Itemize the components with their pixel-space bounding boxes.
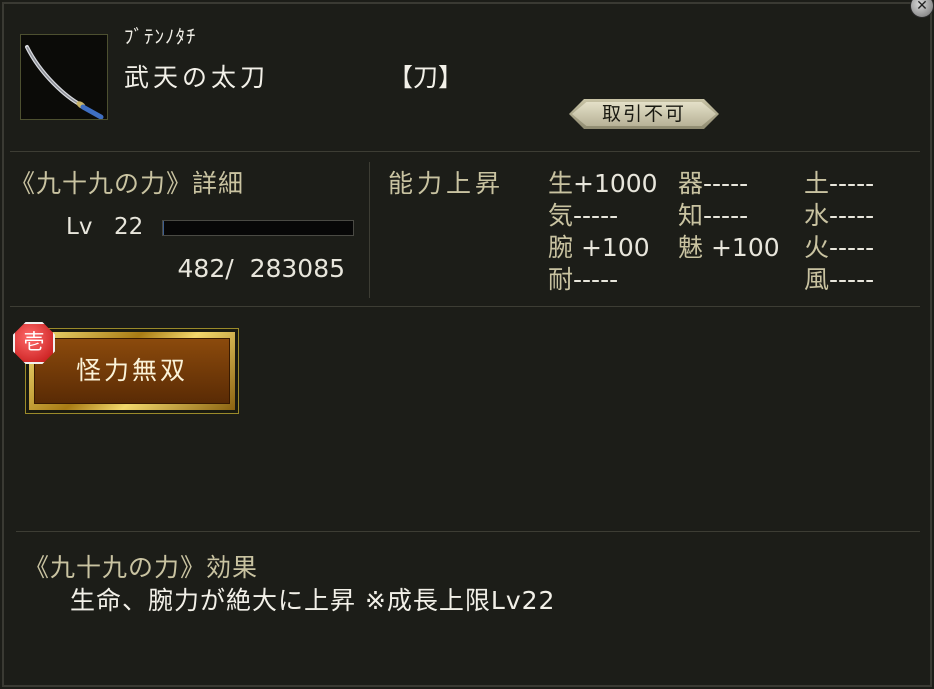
divider [10, 151, 920, 152]
exp-bar-fill [163, 221, 164, 235]
stat-charm: 魅 +100 [678, 233, 780, 262]
level-value: 22 [114, 214, 144, 240]
divider [10, 306, 920, 307]
trade-status-badge: 取引不可 [569, 99, 719, 129]
exp-text: 482/ 283085 [177, 254, 345, 283]
stat-water: 水----- [804, 201, 875, 230]
item-name: 武天の太刀 [124, 63, 270, 92]
skill-name: 怪力無双 [34, 338, 230, 404]
ability-title: 能力上昇 [388, 169, 505, 198]
stat-strength: 腕 +100 [548, 233, 650, 262]
exp-bar [162, 220, 354, 236]
stat-wind: 風----- [804, 265, 875, 294]
trade-status-label: 取引不可 [572, 102, 716, 126]
skill-button[interactable]: 怪力無双 [25, 328, 239, 414]
level-label: Lv [66, 214, 93, 240]
stat-fire: 火----- [804, 233, 875, 262]
divider [369, 162, 370, 298]
divider [16, 531, 920, 532]
effect-text: 生命、腕力が絶大に上昇 ※成長上限Lv22 [70, 586, 556, 615]
stat-intellect: 知----- [678, 201, 749, 230]
item-furigana: ﾌﾞﾃﾝﾉﾀﾁ [124, 26, 197, 48]
power-detail-title: 《九十九の力》詳細 [10, 169, 245, 198]
item-type: 【刀】 [388, 63, 464, 92]
katana-icon [20, 34, 108, 120]
stat-endurance: 耐----- [548, 265, 619, 294]
stat-earth: 土----- [804, 169, 875, 198]
item-detail-window: ﾌﾞﾃﾝﾉﾀﾁ 武天の太刀 【刀】 取引不可 《九十九の力》詳細 Lv 22 4… [2, 2, 932, 687]
stat-life: 生+1000 [548, 169, 658, 198]
stat-dexterity: 器----- [678, 169, 749, 198]
stat-spirit: 気----- [548, 201, 619, 230]
effect-title: 《九十九の力》効果 [24, 553, 259, 582]
